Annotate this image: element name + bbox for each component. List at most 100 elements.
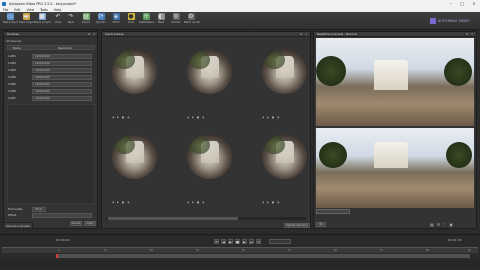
- apply-button[interactable]: Apply: [84, 221, 96, 226]
- minimize-icon[interactable]: –: [446, 0, 456, 7]
- cancel-button[interactable]: Cancel: [70, 221, 82, 226]
- panorama-preview-bottom[interactable]: [316, 128, 474, 208]
- ok-button[interactable]: OK: [316, 222, 326, 227]
- sync-icon: ⟳: [97, 13, 105, 20]
- brand-icon: [430, 17, 436, 24]
- go-start-icon[interactable]: ⏮: [214, 239, 219, 244]
- close-panel-icon[interactable]: ×: [93, 32, 96, 37]
- redo-button[interactable]: ↷ Redo: [64, 13, 78, 29]
- thumbnail-controls[interactable]: ◀ ▶ ■ ◉: [262, 200, 279, 204]
- app-icon: [2, 1, 6, 6]
- main-toolbar: ▭ New project ▬ Open project ■ Save project…: [0, 12, 480, 30]
- video-thumbnail[interactable]: [262, 49, 307, 94]
- sources-subtitle: All sources: [6, 39, 22, 43]
- menu-file[interactable]: File: [3, 8, 8, 12]
- undo-button[interactable]: ↶ Undo: [51, 13, 65, 29]
- color-icon: ●: [127, 13, 135, 20]
- brand-logo: AUTOPANO VIDEO: [430, 17, 470, 24]
- expand-icon[interactable]: ▣: [449, 222, 453, 227]
- video-thumbnail[interactable]: [112, 49, 157, 94]
- time-start: 00:00:00: [56, 238, 70, 242]
- tree: [319, 142, 347, 168]
- play-icon[interactable]: ▶: [228, 239, 233, 244]
- mask-button[interactable]: ◐ Mask: [154, 13, 168, 29]
- panorama-preview-top[interactable]: [316, 38, 474, 126]
- close-icon[interactable]: ×: [469, 0, 479, 7]
- color-button[interactable]: ● Color: [124, 13, 138, 29]
- tree: [444, 58, 472, 86]
- save-project-button[interactable]: ■ Save project: [35, 13, 51, 29]
- scrollbar-thumb[interactable]: [108, 217, 238, 220]
- menu-view[interactable]: View: [27, 8, 35, 12]
- timecode-field[interactable]: [269, 239, 291, 244]
- maximize-icon[interactable]: □: [457, 0, 467, 7]
- offset-field[interactable]: [32, 212, 92, 218]
- undo-icon: ↶: [55, 13, 61, 20]
- thumbnail-controls[interactable]: ◀ ▶ ■ ◉: [112, 115, 129, 119]
- float-icon[interactable]: ⧉: [466, 32, 468, 37]
- float-icon[interactable]: ⧉: [300, 32, 302, 37]
- time-ruler[interactable]: 0 10 20 30 40 50 60 70 80 90: [2, 247, 478, 253]
- source-row[interactable]: CAM5 1920x1440: [8, 81, 98, 87]
- batch-render-button[interactable]: ⚙ Batch render: [184, 13, 200, 29]
- grid-icon[interactable]: ▦: [430, 222, 434, 227]
- batch-icon: ⚙: [187, 13, 195, 20]
- playhead[interactable]: [56, 254, 58, 258]
- next-frame-icon[interactable]: ▶: [242, 239, 247, 244]
- framerate-field[interactable]: 29.97: [32, 206, 46, 212]
- go-end-icon[interactable]: ⏭: [249, 239, 254, 244]
- float-icon[interactable]: ⧉: [88, 32, 90, 37]
- stab-icon: ✣: [142, 13, 150, 20]
- mask-icon: ◐: [157, 13, 165, 20]
- new-project-button[interactable]: ▭ New project: [3, 13, 18, 29]
- update-selection-button[interactable]: Update selection: [284, 223, 310, 228]
- source-row[interactable]: CAM2 1920x1440: [8, 60, 98, 66]
- thumbnail-controls[interactable]: ◀ ▶ ■ ◉: [187, 200, 204, 204]
- sources-panel: Sources ⧉ × All sources Name Resolution …: [3, 31, 98, 229]
- tree: [446, 142, 472, 168]
- fullscreen-icon[interactable]: ⛶: [443, 222, 446, 227]
- source-row[interactable]: CAM3 1920x1440: [8, 67, 98, 73]
- building: [374, 60, 408, 90]
- preview-header: Realtime preview - Normal ⧉ ×: [314, 32, 476, 37]
- settings-icon[interactable]: ⚙: [437, 222, 441, 227]
- close-panel-icon[interactable]: ×: [471, 32, 474, 37]
- open-project-button[interactable]: ▬ Open project: [19, 13, 35, 29]
- prev-frame-icon[interactable]: ◀: [221, 239, 226, 244]
- thumbnail-controls[interactable]: ◀ ▶ ■ ◉: [187, 115, 204, 119]
- source-row[interactable]: CAM6 1920x1440: [8, 88, 98, 94]
- preview-info-field[interactable]: [316, 209, 350, 214]
- video-thumbnail[interactable]: [187, 49, 232, 94]
- stop-icon[interactable]: ■: [235, 239, 240, 244]
- building: [374, 142, 408, 168]
- video-thumbnail[interactable]: [262, 134, 307, 179]
- source-row[interactable]: CAM7 1920x1440: [8, 95, 98, 101]
- stitch-button[interactable]: ◈ Stitch: [109, 13, 123, 29]
- menu-help[interactable]: Help: [54, 8, 61, 12]
- synchro-button[interactable]: ⟳ Synchro: [94, 13, 108, 29]
- close-panel-icon[interactable]: ×: [305, 32, 308, 37]
- render-button[interactable]: ⚙ Render: [169, 13, 183, 29]
- stabilization-button[interactable]: ✣ Stabilization: [139, 13, 154, 29]
- menu-edit[interactable]: Edit: [14, 8, 20, 12]
- source-row[interactable]: CAM1 1920x1440: [8, 53, 98, 59]
- horizontal-scrollbar[interactable]: [106, 217, 306, 220]
- tab-sources-overview[interactable]: Sources overview: [3, 222, 33, 229]
- video-thumbnail[interactable]: [187, 134, 232, 179]
- input-videos-panel: Input videos ⧉ × ◀ ▶ ■ ◉ ◀ ▶ ■ ◉ ◀ ▶ ■ ◉ ◀ ▶ ■ ◉ ◀ ▶ ■…: [101, 31, 311, 229]
- import-button[interactable]: ▤ Import: [79, 13, 93, 29]
- window-titlebar: Autopano Video PRO 2.5.0 - test.project*…: [0, 0, 480, 7]
- loop-icon[interactable]: ⟲: [256, 239, 261, 244]
- timeline-track[interactable]: [56, 254, 470, 258]
- window-title: Autopano Video PRO 2.5.0 - test.project*: [9, 1, 77, 6]
- time-end: 00:01:30: [448, 238, 462, 242]
- thumbnail-controls[interactable]: ◀ ▶ ■ ◉: [262, 115, 279, 119]
- import-icon: ▤: [82, 13, 90, 20]
- source-row[interactable]: CAM4 1920x1440: [8, 74, 98, 80]
- folder-icon: ▬: [22, 13, 30, 20]
- offset-row: Offset: [8, 212, 98, 218]
- video-thumbnail[interactable]: [112, 134, 157, 179]
- thumbnail-controls[interactable]: ◀ ▶ ■ ◉: [112, 200, 129, 204]
- menu-tools[interactable]: Tools: [40, 8, 48, 12]
- doc-icon: ▭: [6, 13, 14, 20]
